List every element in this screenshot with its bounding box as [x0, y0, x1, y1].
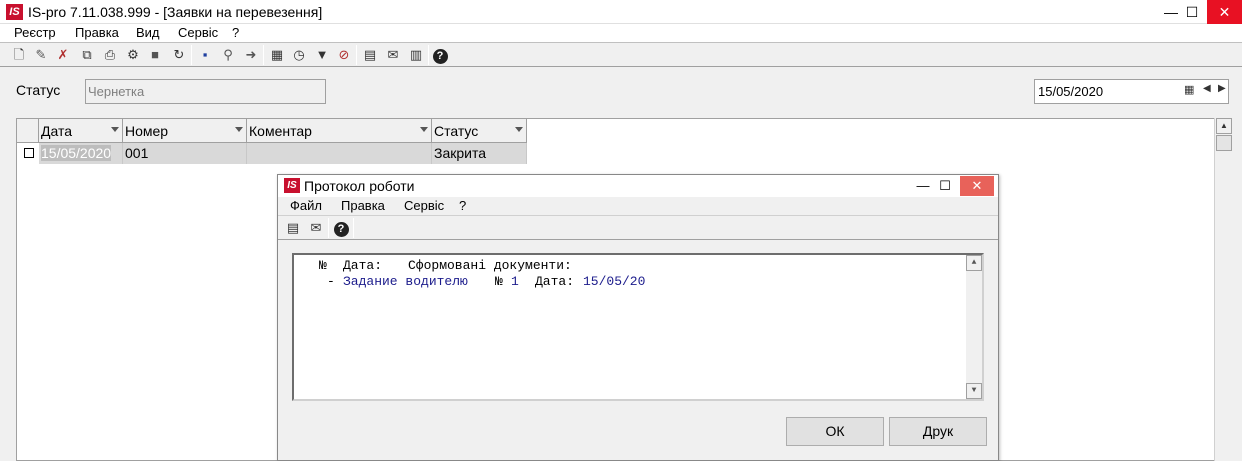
log-item-date: 15/05/20: [583, 274, 646, 289]
search-icon[interactable]: ⚲: [219, 46, 237, 64]
log-item-no-label: №: [495, 274, 503, 289]
close-button[interactable]: ✕: [1207, 0, 1242, 24]
help-icon[interactable]: ?: [431, 46, 449, 64]
cell-status[interactable]: Закрита: [432, 143, 527, 164]
dialog-menu-service[interactable]: Сервіс: [404, 198, 444, 213]
save-icon[interactable]: ▪: [196, 46, 214, 64]
refresh-icon[interactable]: ↻: [170, 46, 188, 64]
row-checkbox[interactable]: [24, 148, 34, 158]
dialog-title-bar: IS Протокол роботи — ☐ ✕: [278, 175, 998, 197]
ok-button[interactable]: ОК: [786, 417, 884, 446]
column-header-number-label: Номер: [125, 123, 169, 139]
sort-arrow-icon[interactable]: [515, 127, 523, 132]
dialog-menu-file[interactable]: Файл: [290, 198, 322, 213]
mail-icon[interactable]: ✉: [384, 46, 402, 64]
next-date-icon[interactable]: ▶: [1218, 83, 1226, 94]
dialog-maximize-button[interactable]: ☐: [932, 175, 958, 197]
log-item-name[interactable]: Задание водителю: [343, 274, 468, 289]
cell-date-value: 15/05/2020: [41, 145, 112, 161]
column-header-comment[interactable]: Коментар: [247, 119, 432, 143]
new-doc-icon[interactable]: 🗋: [10, 46, 28, 64]
mail-icon[interactable]: ✉: [307, 219, 325, 237]
edit-icon[interactable]: ✎: [32, 46, 50, 64]
report-icon[interactable]: ▤: [361, 46, 379, 64]
scroll-up-icon[interactable]: ▲: [1216, 118, 1232, 134]
sort-arrow-icon[interactable]: [235, 127, 243, 132]
grid-left-strip: [0, 118, 16, 461]
status-label: Статус: [16, 82, 61, 98]
cell-number[interactable]: 001: [123, 143, 247, 164]
table-icon[interactable]: ▦: [268, 46, 286, 64]
column-header-number[interactable]: Номер: [123, 119, 247, 143]
report-icon[interactable]: ▤: [284, 219, 302, 237]
scroll-thumb[interactable]: [1216, 135, 1232, 151]
status-field[interactable]: Чернетка: [85, 79, 326, 104]
sort-arrow-icon[interactable]: [420, 127, 428, 132]
column-header-date-label: Дата: [41, 123, 73, 139]
calculator-icon[interactable]: ◷: [290, 46, 308, 64]
toolbar-separator: [328, 218, 329, 238]
cell-date[interactable]: 15/05/2020: [39, 143, 123, 164]
menu-service[interactable]: Сервіс: [178, 25, 218, 40]
maximize-button[interactable]: ☐: [1177, 0, 1207, 24]
dialog-toolbar: ▤ ✉ ?: [278, 215, 998, 240]
sort-arrow-icon[interactable]: [111, 127, 119, 132]
log-scrollbar[interactable]: ▲ ▼: [966, 255, 982, 399]
log-item-dash: -: [327, 274, 335, 289]
column-header-date[interactable]: Дата: [39, 119, 123, 143]
column-header-status-label: Статус: [434, 123, 479, 139]
column-header-status[interactable]: Статус: [432, 119, 527, 143]
dialog-menu-help[interactable]: ?: [459, 198, 466, 213]
toolbar-separator: [428, 45, 429, 65]
print-button[interactable]: Друк: [889, 417, 987, 446]
menu-help[interactable]: ?: [232, 25, 239, 40]
dialog-close-button[interactable]: ✕: [960, 176, 994, 196]
settings-icon[interactable]: ⚙: [124, 46, 142, 64]
folder-icon[interactable]: ■: [146, 46, 164, 64]
work-log-dialog: IS Протокол роботи — ☐ ✕ Файл Правка Сер…: [277, 174, 999, 461]
scroll-up-icon[interactable]: ▲: [966, 255, 982, 271]
toolbar: 🗋 ✎ ✗ ⧉ ⎙ ⚙ ■ ↻ ▪ ⚲ ➜ ▦ ◷ ▼ ⊘ ▤ ✉ ▥ ?: [0, 43, 1242, 67]
toolbar-separator: [263, 45, 264, 65]
window-title: IS-pro 7.11.038.999 - [Заявки на перевез…: [28, 4, 323, 20]
log-header-date: Дата:: [343, 258, 383, 273]
toolbar-separator: [353, 218, 354, 238]
app-logo: IS: [6, 4, 23, 20]
log-item-date-label: Дата:: [535, 274, 575, 289]
menu-registry[interactable]: Реєстр: [14, 25, 56, 40]
dialog-menu-edit[interactable]: Правка: [341, 198, 385, 213]
log-text-area[interactable]: № Дата: Сформовані документи: - Задание …: [292, 253, 984, 401]
cell-comment[interactable]: [247, 143, 432, 164]
help-icon[interactable]: ?: [332, 219, 350, 237]
calendar-icon[interactable]: ▦: [1184, 84, 1197, 97]
find-next-icon[interactable]: ➜: [242, 46, 260, 64]
log-item-no: 1: [511, 274, 519, 289]
column-header-select: [17, 119, 39, 143]
copy-icon[interactable]: ⧉: [78, 46, 96, 64]
delete-icon[interactable]: ✗: [54, 46, 72, 64]
filter-icon[interactable]: ▼: [313, 46, 331, 64]
menu-edit[interactable]: Правка: [75, 25, 119, 40]
grid-scrollbar[interactable]: ▲: [1214, 118, 1232, 461]
scroll-down-icon[interactable]: ▼: [966, 383, 982, 399]
log-header-no: №: [319, 258, 327, 273]
menu-bar: Реєстр Правка Вид Сервіс ?: [0, 24, 1242, 43]
dialog-logo: IS: [284, 178, 300, 193]
log-header-docs: Сформовані документи:: [408, 258, 572, 273]
toolbar-separator: [191, 45, 192, 65]
dialog-title: Протокол роботи: [304, 178, 415, 194]
prev-date-icon[interactable]: ◀: [1203, 83, 1211, 94]
date-field[interactable]: 15/05/2020: [1034, 79, 1229, 104]
menu-view[interactable]: Вид: [136, 25, 160, 40]
title-bar: IS IS-pro 7.11.038.999 - [Заявки на пере…: [0, 0, 1242, 24]
print-icon[interactable]: ⎙: [101, 46, 119, 64]
toolbar-separator: [356, 45, 357, 65]
column-header-comment-label: Коментар: [249, 123, 312, 139]
columns-icon[interactable]: ▥: [407, 46, 425, 64]
dialog-menu-bar: Файл Правка Сервіс ?: [278, 197, 998, 215]
clear-filter-icon[interactable]: ⊘: [335, 46, 353, 64]
